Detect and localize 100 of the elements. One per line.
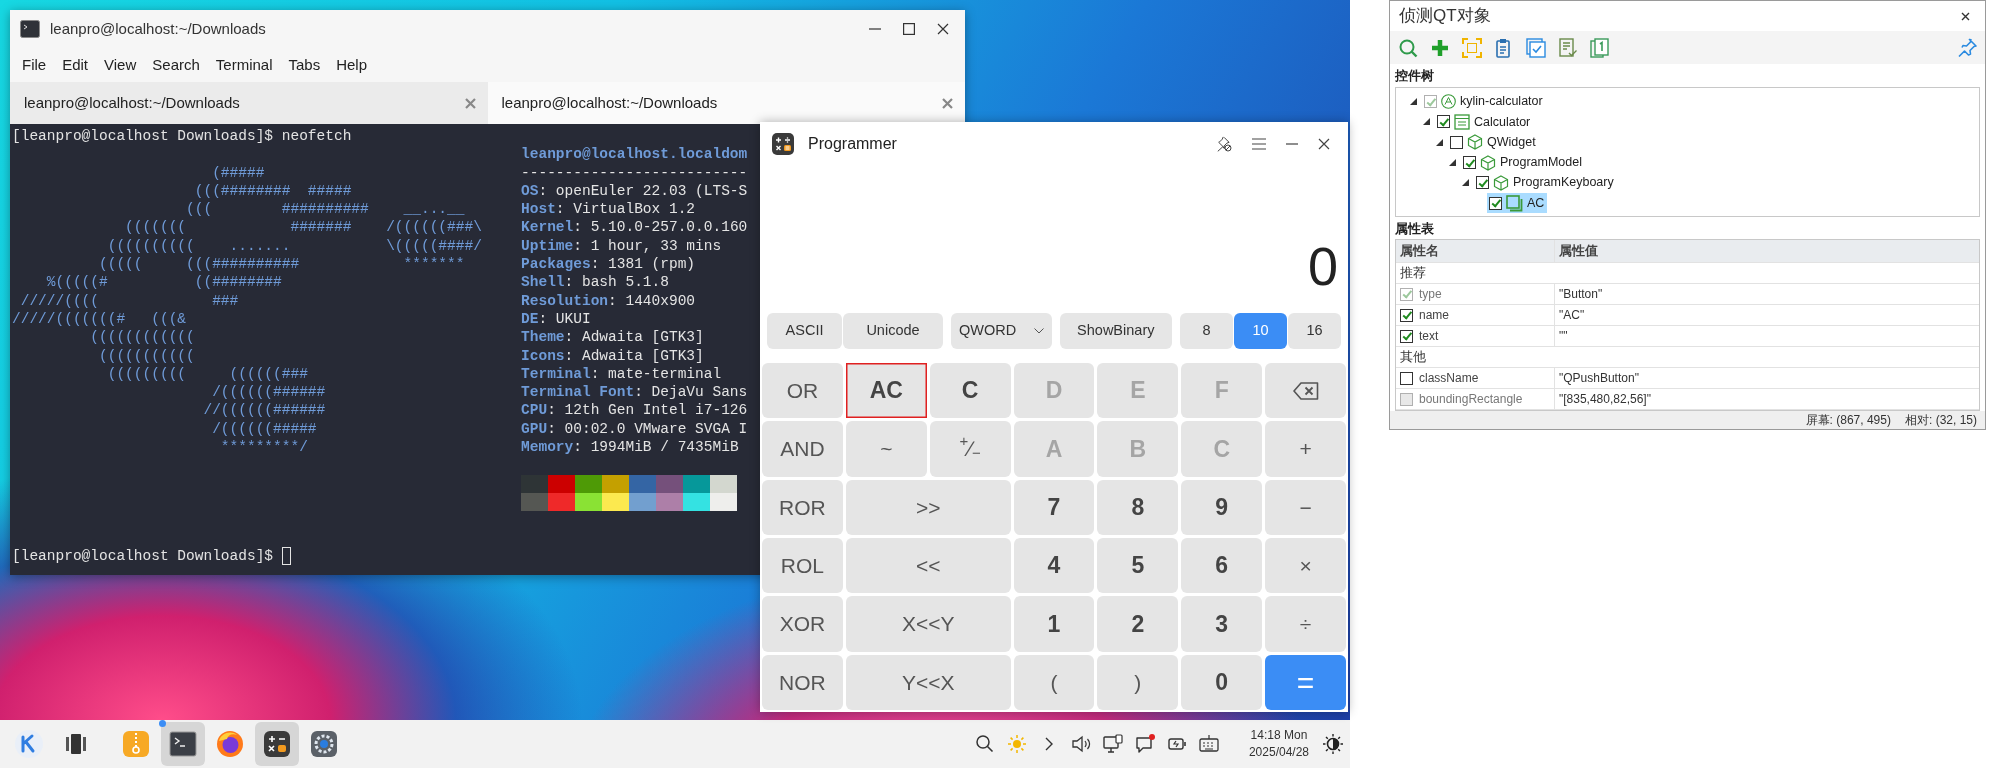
- calculator-key[interactable]: NOR: [762, 654, 843, 710]
- show-binary-button[interactable]: ShowBinary: [1059, 313, 1172, 349]
- backspace-icon: [1292, 381, 1319, 400]
- calculator-key[interactable]: +: [1265, 421, 1346, 477]
- clock-time[interactable]: 14:18 Mon: [1248, 726, 1309, 744]
- toolbar-button[interactable]: [1556, 35, 1580, 60]
- calculator-key[interactable]: ): [1097, 654, 1179, 710]
- calculator-key[interactable]: 7: [1013, 479, 1095, 535]
- property-value: "Button": [1558, 286, 1604, 303]
- calculator-key[interactable]: 8: [1097, 479, 1179, 535]
- calculator-key[interactable]: ROR: [762, 479, 843, 535]
- calculator-key[interactable]: 0: [1181, 654, 1263, 710]
- calculator-key[interactable]: ÷: [1265, 596, 1346, 652]
- calculator-key[interactable]: X<<Y: [845, 596, 1011, 652]
- checklist-icon: [1558, 37, 1578, 58]
- property-name: type: [1419, 286, 1442, 303]
- section-label: 控件树: [1394, 67, 1435, 85]
- group-header: 其他: [1396, 347, 1979, 368]
- info-line: Terminal Font: DejaVu Sans: [521, 383, 748, 402]
- tray-button[interactable]: [974, 734, 995, 754]
- logo-icon: [14, 729, 44, 759]
- browser-icon: [215, 729, 245, 759]
- property-value: "[835,480,82,56]": [1558, 391, 1652, 408]
- mode-button[interactable]: ASCII: [767, 313, 842, 349]
- calculator-key[interactable]: <<: [845, 538, 1011, 594]
- calculator-key[interactable]: AC: [845, 363, 927, 419]
- tray-button[interactable]: [1102, 734, 1123, 754]
- tray-button[interactable]: [1070, 734, 1091, 754]
- user-host-heading: leanpro@localhost.localdom: [521, 145, 748, 164]
- calculator-key[interactable]: ~: [845, 421, 927, 477]
- calculator-key[interactable]: 6: [1181, 538, 1263, 594]
- calculator-key[interactable]: 2: [1097, 596, 1179, 652]
- calculator-key[interactable]: AND: [762, 421, 843, 477]
- backspace-key[interactable]: [1265, 363, 1346, 419]
- display-icon: [1102, 734, 1123, 754]
- menu-item[interactable]: View: [96, 51, 145, 79]
- menu-item[interactable]: Help: [328, 51, 376, 79]
- info-line: Terminal: mate-terminal: [521, 364, 723, 384]
- theme-toggle-button[interactable]: [1323, 734, 1343, 754]
- calculator-key[interactable]: (: [1013, 654, 1095, 710]
- calculator-key[interactable]: 9: [1181, 479, 1263, 535]
- tray-button[interactable]: [1134, 734, 1155, 754]
- calculator-key[interactable]: C: [929, 363, 1011, 419]
- calculator-key[interactable]: −: [1265, 479, 1346, 535]
- calculator-key[interactable]: XOR: [762, 596, 843, 652]
- info-line: Packages: 1381 (rpm): [521, 255, 697, 274]
- checkbox[interactable]: [1400, 371, 1413, 385]
- add-icon: [1430, 37, 1450, 58]
- tab-close-icon[interactable]: [942, 97, 953, 109]
- ascii-art-logo: (##### (((######## ##### ((( ########## __...__ ((((((( ####### /((((((###\ (((((((((( ....... \(((((####/ ((((( (((########## ******* %(((((# ((######## /////(((( ### /////(((((((# (((& (((((((((((( ((((((((((( ((((((((( ((((((### /((((((###### //((((((###### /((((((##### *********/: [12, 163, 483, 457]
- checkbox[interactable]: [1400, 308, 1413, 322]
- checkbox[interactable]: [1400, 329, 1413, 343]
- taskbar-app[interactable]: [161, 722, 205, 766]
- taskbar-app[interactable]: [255, 722, 299, 766]
- keyboard-icon: [1198, 734, 1219, 754]
- text-cursor: [282, 546, 292, 565]
- tray-button[interactable]: [1198, 734, 1219, 754]
- word-size-dropdown[interactable]: QWORD: [951, 313, 1052, 349]
- status-text: 屏幕: (867, 495): [1805, 412, 1891, 429]
- menu-item[interactable]: File: [14, 51, 55, 79]
- info-line: Theme: Adwaita [GTK3]: [521, 328, 705, 347]
- info-line: Icons: Adwaita [GTK3]: [521, 346, 705, 365]
- section-label: 属性表: [1394, 219, 1435, 238]
- terminal-icon: [168, 729, 198, 759]
- calculator-key[interactable]: 3: [1181, 596, 1263, 652]
- menu-item[interactable]: Search: [144, 51, 208, 79]
- info-line: Memory: 1994MiB / 7435MiB: [521, 438, 740, 457]
- menu-item[interactable]: Terminal: [207, 51, 281, 79]
- toolbar-button[interactable]: [1588, 35, 1612, 60]
- calculator-key[interactable]: 4: [1013, 538, 1095, 594]
- clock-date[interactable]: 2025/04/28: [1248, 744, 1309, 762]
- calculator-key[interactable]: >>: [845, 479, 1011, 535]
- toolbar-button[interactable]: [1524, 35, 1548, 60]
- base-button[interactable]: 8: [1180, 313, 1233, 349]
- property-name: className: [1419, 370, 1479, 387]
- calculator-key[interactable]: OR: [762, 363, 843, 419]
- window-title: Programmer: [808, 134, 897, 154]
- menu-item[interactable]: Edit: [54, 51, 97, 79]
- mode-button[interactable]: Unicode: [843, 313, 943, 349]
- calculator-key[interactable]: ×: [1265, 538, 1346, 594]
- menu-icon: [1252, 138, 1266, 150]
- calculator-key[interactable]: Y<<X: [845, 654, 1011, 710]
- property-value: "QPushButton": [1558, 370, 1640, 387]
- calculator-key[interactable]: 1: [1013, 596, 1095, 652]
- separator-line: --------------------------: [521, 163, 748, 182]
- calculator-icon: [262, 729, 292, 759]
- calculator-key[interactable]: $^{+}$∕$_{−}$: [929, 421, 1011, 477]
- brightness-icon: [1006, 734, 1027, 754]
- group-header: 推荐: [1396, 263, 1979, 284]
- base-button[interactable]: 16: [1288, 313, 1341, 349]
- menu-item[interactable]: Tabs: [280, 51, 329, 79]
- calculator-key[interactable]: 5: [1097, 538, 1179, 594]
- tab[interactable]: leanpro@localhost:~/Downloads: [487, 82, 965, 124]
- calculator-key[interactable]: ROL: [762, 538, 843, 594]
- info-line: Uptime: 1 hour, 33 mins: [521, 236, 723, 256]
- window-title: leanpro@localhost:~/Downloads: [50, 18, 266, 39]
- property-name: boundingRectangle: [1419, 391, 1523, 408]
- cube-icon: [1480, 154, 1496, 171]
- tab-close-icon[interactable]: [464, 97, 476, 109]
- property-name: name: [1419, 307, 1450, 324]
